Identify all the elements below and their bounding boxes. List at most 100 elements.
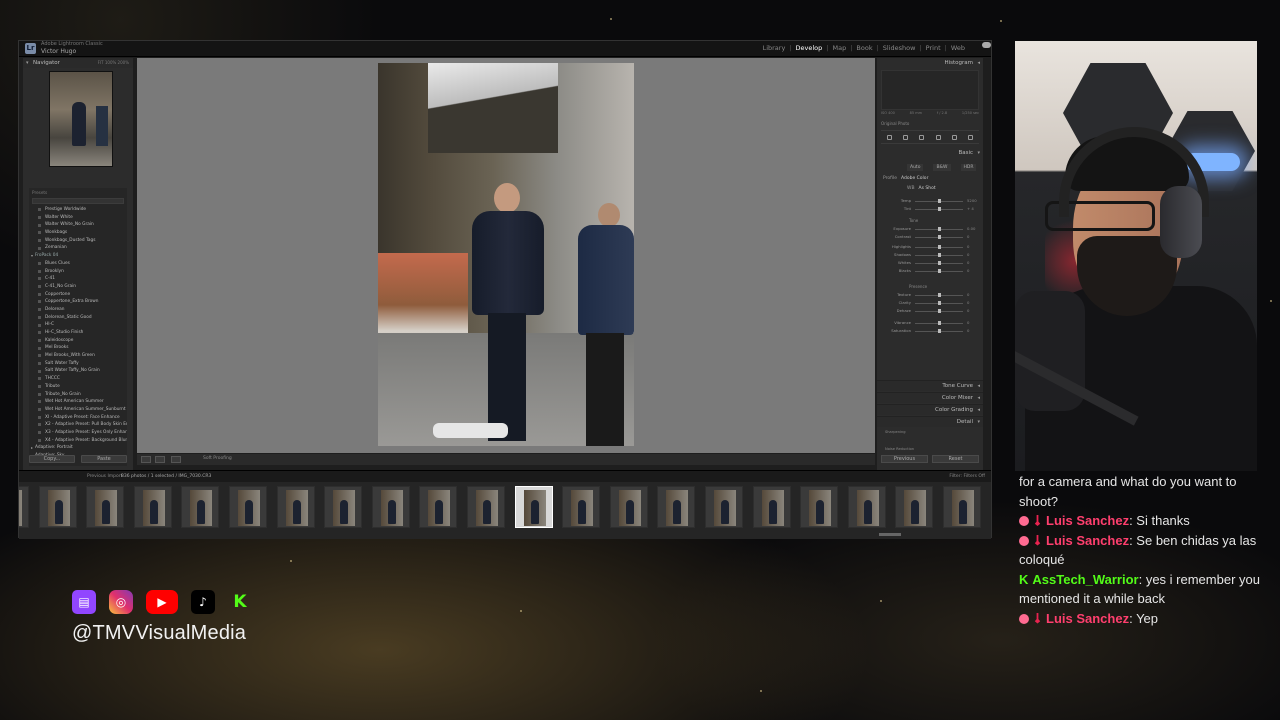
crop-icon[interactable] <box>902 134 908 140</box>
slider-value[interactable]: 0 <box>967 260 969 265</box>
slider-value[interactable]: 5200 <box>967 198 977 203</box>
filter-value[interactable]: Filters Off <box>963 474 985 479</box>
section-detail[interactable]: Detail ▾ <box>877 416 983 427</box>
filmstrip-thumb[interactable] <box>895 486 934 528</box>
filmstrip-thumb[interactable] <box>562 486 601 528</box>
compare-icon[interactable] <box>171 456 181 463</box>
section-color-mixer[interactable]: Color Mixer ◂ <box>877 392 983 403</box>
navigator-zoom-options[interactable]: FIT 100% 200% <box>98 58 129 68</box>
before-after-icon[interactable] <box>155 456 165 463</box>
slider-knob[interactable] <box>937 253 941 257</box>
loupe-view-icon[interactable] <box>141 456 151 463</box>
copy-settings-button[interactable]: Copy... <box>29 455 75 463</box>
previous-import-label[interactable]: Previous Import <box>87 474 122 479</box>
preset-group[interactable]: Adaptive: Portrait <box>31 444 127 452</box>
filmstrip-thumb[interactable] <box>752 486 791 528</box>
mask-icon[interactable] <box>935 134 941 140</box>
edit-icon[interactable] <box>886 134 892 140</box>
slider-knob[interactable] <box>937 207 941 211</box>
filmstrip-thumb[interactable] <box>705 486 743 528</box>
filmstrip-thumb[interactable] <box>229 486 267 528</box>
soft-proofing-toggle[interactable]: Soft Proofing <box>203 456 232 461</box>
preset-item[interactable]: Zemanian <box>31 244 127 252</box>
preset-item[interactable]: X3 - Adaptive Preset: Eyes Only Enhance <box>31 429 127 437</box>
slider-knob[interactable] <box>937 227 941 231</box>
slider-value[interactable]: 0 <box>967 292 969 297</box>
previous-button[interactable]: Previous <box>881 455 928 463</box>
filmstrip-thumb[interactable] <box>86 486 125 528</box>
filmstrip-thumb[interactable] <box>419 486 458 528</box>
module-web[interactable]: Web <box>949 44 967 52</box>
module-book[interactable]: Book <box>854 44 874 52</box>
preset-item[interactable]: C-41 <box>31 275 127 283</box>
preset-item[interactable]: Hi-C_Studio Finish <box>31 329 127 337</box>
preset-item[interactable]: X2 - Adaptive Preset: Pull Body Skin Enh <box>31 421 127 429</box>
preset-item[interactable]: Tribute <box>31 383 127 391</box>
main-photo[interactable] <box>378 63 634 446</box>
slider-value[interactable]: 0 <box>967 268 969 273</box>
slider-value[interactable]: 0 <box>967 320 969 325</box>
heal-icon[interactable] <box>919 134 925 140</box>
slider-value[interactable]: 0.00 <box>967 226 975 231</box>
slider-knob[interactable] <box>937 269 941 273</box>
hdr-button[interactable]: HDR <box>960 164 977 171</box>
preset-item[interactable]: Delorean <box>31 306 127 314</box>
histogram-header[interactable]: Histogram ◂ <box>877 58 983 68</box>
filmstrip-scrollbar[interactable] <box>879 533 901 536</box>
slider-value[interactable]: 0 <box>967 308 969 313</box>
slider-knob[interactable] <box>937 245 941 249</box>
filmstrip-thumb[interactable] <box>467 486 505 528</box>
filmstrip-thumb[interactable] <box>19 486 29 528</box>
presets-icon[interactable] <box>968 134 974 140</box>
filmstrip-thumb[interactable] <box>371 486 410 528</box>
preset-item[interactable]: Wet Hot American Summer <box>31 398 127 406</box>
preset-item[interactable]: HI-C <box>31 321 127 329</box>
preset-item[interactable]: Walter White_No Grain <box>31 221 127 229</box>
slider-value[interactable]: 0 <box>967 234 969 239</box>
preset-item[interactable]: Kaleidoscope <box>31 337 127 345</box>
reset-button[interactable]: Reset <box>932 455 979 463</box>
slider-value[interactable]: 0 <box>967 252 969 257</box>
filmstrip-thumb[interactable] <box>38 486 77 528</box>
filmstrip-thumb[interactable] <box>133 486 172 528</box>
profile-row[interactable]: Profile Adobe Color <box>883 176 928 181</box>
preset-item[interactable]: Mel Brooks_With Green <box>31 352 127 360</box>
slider-knob[interactable] <box>937 293 941 297</box>
basic-header[interactable]: Basic ▾ <box>877 148 983 158</box>
slider-knob[interactable] <box>937 329 941 333</box>
module-library[interactable]: Library <box>761 44 788 52</box>
preset-item[interactable]: Blues Clues <box>31 260 127 268</box>
slider-value[interactable]: 0 <box>967 300 969 305</box>
preset-item[interactable]: Prestige Worldwide <box>31 206 127 214</box>
wb-value[interactable]: As Shot <box>919 186 936 191</box>
loupe-view[interactable] <box>137 58 875 453</box>
preset-item[interactable]: Wonkbags_Dusted Tags <box>31 237 127 245</box>
preset-item[interactable]: Tribute_No Grain <box>31 391 127 399</box>
slider-knob[interactable] <box>937 235 941 239</box>
bw-button[interactable]: B&W <box>933 164 951 171</box>
filmstrip-thumb[interactable] <box>609 486 648 528</box>
histogram[interactable] <box>881 70 979 110</box>
auto-button[interactable]: Auto <box>907 164 924 171</box>
navigator-header[interactable]: ▾ Navigator FIT 100% 200% <box>23 58 133 68</box>
preset-item[interactable]: Walter White <box>31 214 127 222</box>
paste-settings-button[interactable]: Paste <box>81 455 127 463</box>
presets-header[interactable]: Presets <box>29 188 127 197</box>
filmstrip-thumb[interactable] <box>800 486 839 528</box>
section-tone-curve[interactable]: Tone Curve ◂ <box>877 380 983 391</box>
slider-value[interactable]: + 4 <box>967 206 974 211</box>
preset-item[interactable]: Mel Brooks <box>31 344 127 352</box>
preset-item[interactable]: X4 - Adaptive Preset: Background Blur <box>31 437 127 445</box>
navigator-preview[interactable] <box>49 71 113 167</box>
red-eye-icon[interactable] <box>951 134 957 140</box>
filmstrip-thumb[interactable] <box>943 486 981 528</box>
preset-item[interactable]: Wonkbags <box>31 229 127 237</box>
filmstrip-thumb[interactable] <box>847 486 886 528</box>
slider-value[interactable]: 0 <box>967 244 969 249</box>
filmstrip-thumb[interactable] <box>181 486 220 528</box>
slider-value[interactable]: 0 <box>967 328 969 333</box>
module-slideshow[interactable]: Slideshow <box>881 44 918 52</box>
preset-item[interactable]: Coppertone_Extra Brown <box>31 298 127 306</box>
module-map[interactable]: Map <box>830 44 848 52</box>
preset-item[interactable]: Delorean_Static Good <box>31 314 127 322</box>
